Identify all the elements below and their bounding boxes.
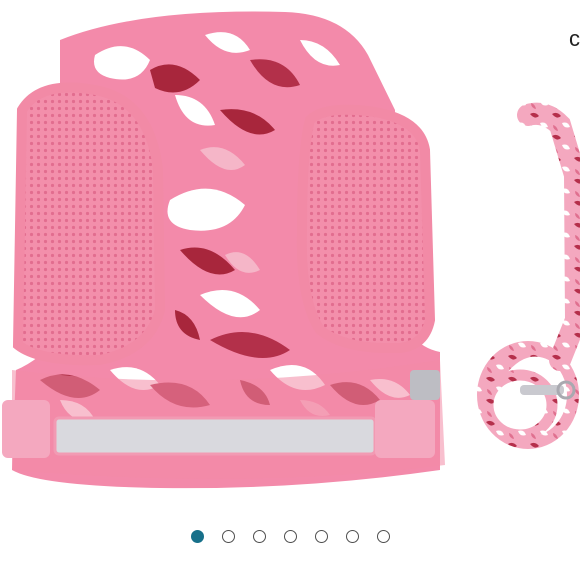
leash: [477, 102, 580, 449]
right-buckle: [375, 400, 435, 458]
left-mesh-panel: [12, 82, 166, 366]
edge-text: c: [569, 26, 580, 51]
dog-harness-product-image[interactable]: [0, 0, 580, 515]
carousel-dot-6[interactable]: [345, 530, 359, 543]
carousel-indicators: [0, 530, 580, 543]
carousel-dot-4[interactable]: [283, 530, 297, 543]
right-mesh-panel: [296, 104, 436, 354]
harness-vest: [2, 11, 445, 489]
carousel-dot-1[interactable]: [190, 530, 204, 543]
left-buckle: [2, 400, 50, 458]
carousel-dot-7[interactable]: [376, 530, 390, 543]
product-image-viewer: c: [0, 0, 580, 580]
reflective-strip: [53, 416, 377, 456]
carousel-dot-3[interactable]: [252, 530, 266, 543]
carousel-dot-2[interactable]: [221, 530, 235, 543]
carousel-dot-5[interactable]: [314, 530, 328, 543]
